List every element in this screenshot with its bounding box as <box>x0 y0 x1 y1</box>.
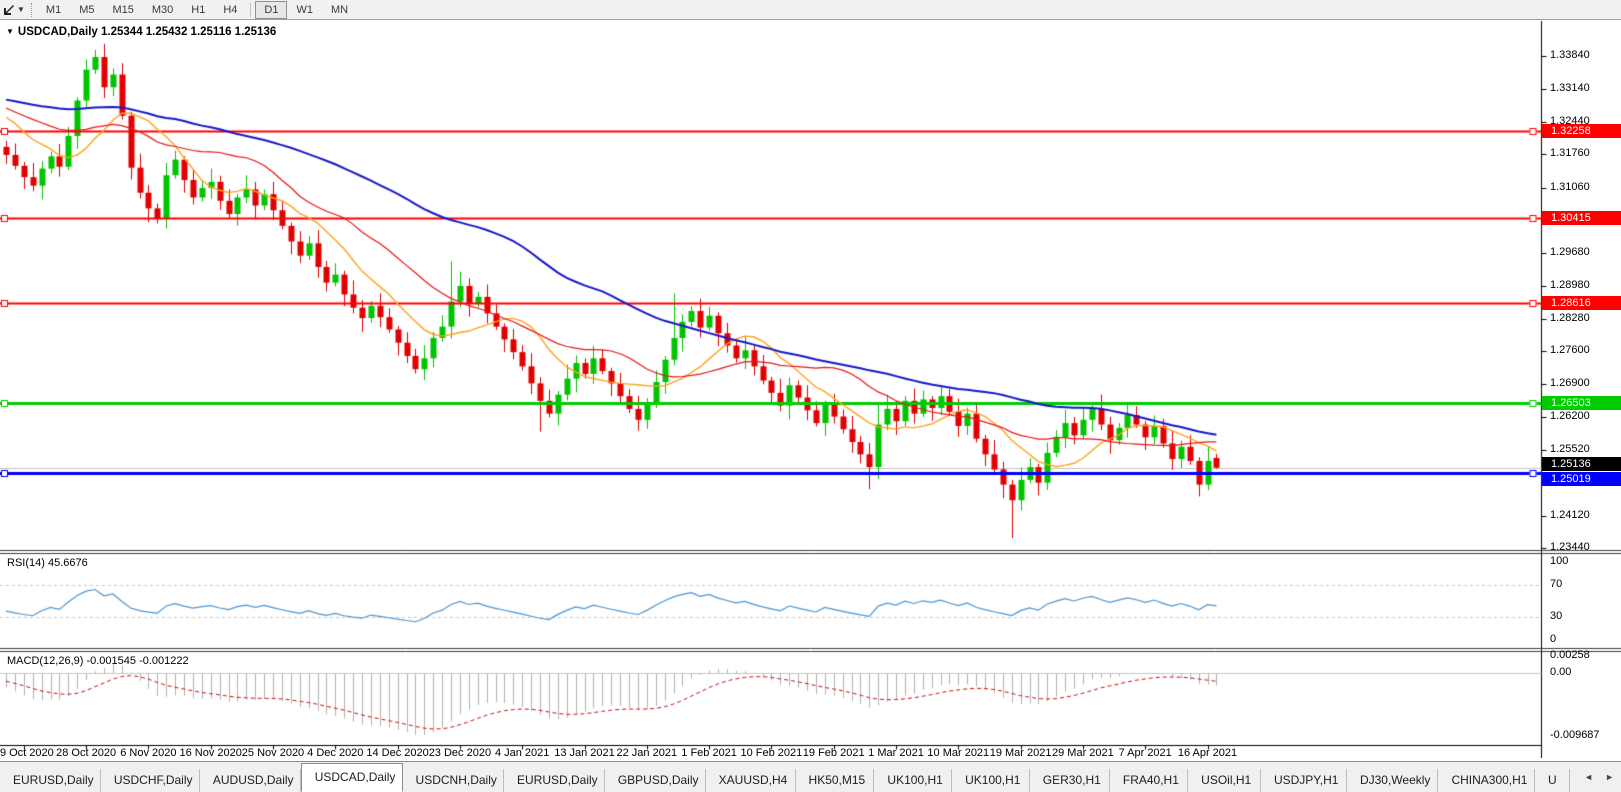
price-axis-tick: 1.31760 <box>1550 147 1590 160</box>
date-axis-tick: 16 Apr 2021 <box>1177 747 1238 759</box>
symbol-tab-usdcad-daily[interactable]: USDCAD,Daily <box>300 763 403 792</box>
rsi-axis-tick: 30 <box>1550 609 1563 622</box>
symbol-tab-usdjpy-h1[interactable]: USDJPY,H1 <box>1261 769 1347 792</box>
symbol-tab-fra40-h1[interactable]: FRA40,H1 <box>1110 769 1189 792</box>
symbol-tab-uk100-h1[interactable]: UK100,H1 <box>952 769 1030 792</box>
price-axis-tick: 1.23440 <box>1550 540 1590 553</box>
tool-dropdown-icon[interactable]: ▼ <box>17 5 25 14</box>
symbol-tab-usoil-h1[interactable]: USOil,H1 <box>1188 769 1261 792</box>
macd-axis-tick: 0.00 <box>1550 666 1572 678</box>
price-axis-tick: 1.31060 <box>1550 180 1590 193</box>
symbol-tabbar: EURUSD,Daily USDCHF,Daily AUDUSD,Daily USDC… <box>0 761 1621 792</box>
symbol-dropdown-icon[interactable]: ▼ <box>6 27 14 36</box>
symbol-tab-hk50-m15[interactable]: HK50,M15 <box>796 769 875 792</box>
cursor-tool-icon[interactable] <box>2 3 16 17</box>
toolbar-separator <box>250 2 252 17</box>
price-axis-tick: 1.25520 <box>1550 442 1590 455</box>
price-axis-tick: 1.26200 <box>1550 410 1590 423</box>
hline-price-label[interactable]: 1.26503 <box>1542 396 1621 411</box>
timeframe-button-m5[interactable]: M5 <box>70 1 103 19</box>
symbol-tab-china300-h1[interactable]: CHINA300,H1 <box>1438 769 1536 792</box>
mt4-chart-window: ▼ M1 M5 M15 M30 H1 H4 D1 W1 MN ▼ USDCAD,Daily 1.2… <box>0 0 1621 792</box>
macd-axis-tick: -0.009687 <box>1550 728 1600 741</box>
rsi-indicator-label: RSI(14) 45.6676 <box>7 557 88 569</box>
timeframe-button-m1[interactable]: M1 <box>37 1 70 19</box>
timeframe-toolbar: ▼ M1 M5 M15 M30 H1 H4 D1 W1 MN <box>0 0 1621 20</box>
chart-canvas[interactable] <box>0 0 1621 792</box>
current-price-label: 1.25136 <box>1542 456 1621 471</box>
price-axis-tick: 1.33840 <box>1550 49 1590 62</box>
symbol-tab-usdcnh-daily[interactable]: USDCNH,Daily <box>403 769 504 792</box>
timeframe-button-m30[interactable]: M30 <box>143 1 182 19</box>
price-axis-tick: 1.33140 <box>1550 82 1590 95</box>
hline-price-label[interactable]: 1.28616 <box>1542 296 1621 311</box>
timeframe-button-h1[interactable]: H1 <box>182 1 214 19</box>
hline-price-label[interactable]: 1.32258 <box>1542 123 1621 138</box>
hline-price-label[interactable]: 1.25019 <box>1542 472 1621 487</box>
tab-scroll-left-icon[interactable]: ◄ <box>1581 770 1596 784</box>
tab-scroll-arrows: ◄ ► <box>1577 762 1621 792</box>
toolbar-grip[interactable] <box>30 2 32 17</box>
symbol-tab-u[interactable]: U <box>1535 769 1570 792</box>
price-axis-tick: 1.29680 <box>1550 245 1590 258</box>
rsi-axis-tick: 70 <box>1550 578 1563 591</box>
price-axis-tick: 1.28980 <box>1550 278 1590 291</box>
symbol-tab-uk100-h1[interactable]: UK100,H1 <box>874 769 953 792</box>
timeframe-button-h4[interactable]: H4 <box>214 1 246 19</box>
rsi-axis-tick: 0 <box>1550 633 1557 645</box>
timeframe-button-m15[interactable]: M15 <box>103 1 142 19</box>
rsi-axis-tick: 100 <box>1550 555 1569 567</box>
symbol-tab-gbpusd-daily[interactable]: GBPUSD,Daily <box>605 769 706 792</box>
symbol-tab-eurusd-daily[interactable]: EURUSD,Daily <box>0 769 101 792</box>
symbol-tab-eurusd-daily[interactable]: EURUSD,Daily <box>504 769 605 792</box>
price-axis-tick: 1.26900 <box>1550 377 1590 390</box>
symbol-tab-usdchf-daily[interactable]: USDCHF,Daily <box>101 769 200 792</box>
symbol-tab-xauusd-h4[interactable]: XAUUSD,H4 <box>706 769 796 792</box>
macd-axis-tick: 0.00258 <box>1550 649 1590 662</box>
timeframe-button-d1[interactable]: D1 <box>255 0 288 19</box>
symbol-tab-dj30-weekly[interactable]: DJ30,Weekly <box>1347 769 1439 792</box>
chart-title: ▼ USDCAD,Daily 1.25344 1.25432 1.25116 1.… <box>6 26 276 38</box>
symbol-tab-audusd-daily[interactable]: AUDUSD,Daily <box>200 769 301 792</box>
price-axis-tick: 1.28280 <box>1550 312 1590 325</box>
macd-indicator-label: MACD(12,26,9) -0.001545 -0.001222 <box>7 655 189 667</box>
tab-scroll-right-icon[interactable]: ► <box>1602 770 1617 784</box>
price-axis-tick: 1.24120 <box>1550 508 1590 521</box>
hline-price-label[interactable]: 1.30415 <box>1542 211 1621 226</box>
chart-symbol-label: USDCAD,Daily <box>17 26 98 38</box>
symbol-tab-ger30-h1[interactable]: GER30,H1 <box>1030 769 1110 792</box>
price-axis-tick: 1.27600 <box>1550 344 1590 357</box>
chart-ohlc-values: 1.25344 1.25432 1.25116 1.25136 <box>101 26 277 38</box>
timeframe-button-w1[interactable]: W1 <box>287 1 322 19</box>
timeframe-button-mn[interactable]: MN <box>322 1 357 19</box>
